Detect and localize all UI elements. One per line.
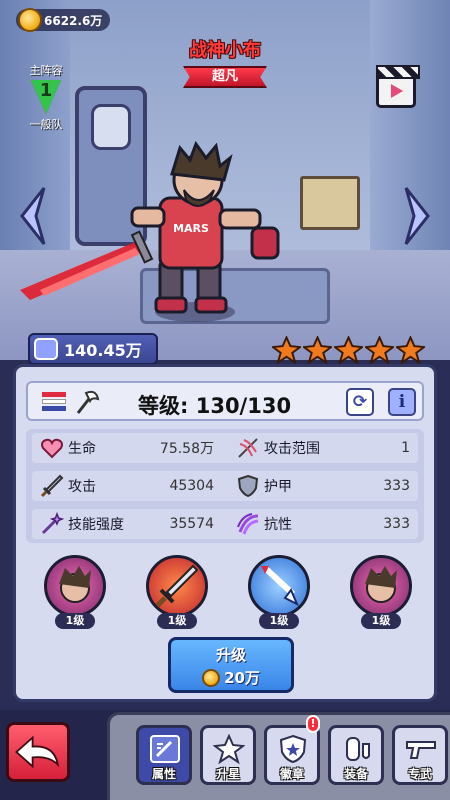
hero-figure: MARS [20, 140, 280, 322]
medal-icon [279, 734, 307, 764]
stat-label: 生命 [68, 441, 96, 457]
stat-value: 45304 [169, 478, 214, 494]
stat-value: 333 [383, 478, 410, 494]
stats-grid: 生命 75.58万 攻击范围 1 攻击 45304 护甲 333 技能强度 35… [26, 429, 424, 543]
lineup-team: 一般队 [29, 118, 63, 131]
play-icon [391, 84, 403, 98]
skill-slot-2[interactable] [146, 555, 208, 617]
faction-flag-icon [42, 392, 66, 412]
level-text: 等级: 130/130 [138, 390, 291, 420]
back-button[interactable] [6, 722, 70, 782]
skill-level-2: 1级 [157, 613, 197, 629]
lineup-indicator[interactable]: 主阵容 1 一般队 [24, 62, 68, 132]
upgrade-cost-value: 20万 [224, 669, 260, 687]
skill-slot-4[interactable] [350, 555, 412, 617]
currency-display: 6622.6万 [16, 8, 111, 32]
combat-power: 140.45万 [28, 333, 158, 365]
stat-range: 攻击范围 1 [228, 433, 418, 463]
tab-medal-label: 徽章 [279, 767, 304, 781]
magic-wand-icon [41, 512, 64, 535]
heart-icon [41, 438, 63, 459]
stat-label: 攻击范围 [264, 441, 320, 457]
stat-label: 攻击 [68, 479, 96, 495]
upgrade-button[interactable]: 升级 20万 [168, 637, 294, 693]
skill-slot-3[interactable] [248, 555, 310, 617]
attributes-icon [150, 735, 180, 763]
upgrade-label: 升级 [215, 646, 246, 664]
arrow-down-skill-icon [261, 565, 299, 607]
hero-info-panel: 等级: 130/130 ⟳ i 生命 75.58万 攻击范围 1 攻击 4530… [13, 364, 437, 702]
stat-row: 技能强度 35574 抗性 333 [32, 509, 418, 539]
tab-star-up-label: 升星 [215, 767, 240, 781]
stat-resist: 抗性 333 [228, 509, 418, 539]
equipment-icon [346, 737, 370, 761]
stat-value: 333 [383, 516, 410, 532]
resist-icon [237, 513, 259, 535]
combat-power-value: 140.45万 [64, 341, 142, 360]
stat-value: 75.58万 [159, 441, 214, 457]
skill-level-1: 1级 [55, 613, 95, 629]
hero-portrait-skill-icon [59, 566, 91, 603]
star-icon [303, 336, 332, 364]
gold-coin-icon [202, 668, 221, 687]
sword-icon [40, 474, 64, 498]
rarity-badge: 超凡 [183, 66, 267, 88]
star-icon [396, 336, 425, 364]
skill-level-4: 1级 [361, 613, 401, 629]
video-clapper-button[interactable] [376, 65, 420, 108]
level-value: 130/130 [195, 394, 292, 418]
hero-portrait-skill-icon [365, 566, 397, 603]
info-icon: i [398, 392, 406, 412]
level-label: 等级: [138, 394, 189, 418]
stat-label: 抗性 [264, 517, 292, 533]
exclusive-weapon-icon [406, 741, 436, 759]
star-icon [272, 336, 301, 364]
upgrade-cost: 20万 [171, 667, 291, 688]
sword-skill-icon [155, 564, 199, 608]
stat-label: 护甲 [264, 479, 292, 495]
currency-amount: 6622.6万 [44, 13, 103, 28]
star-up-icon [213, 734, 245, 764]
power-fist-icon [34, 338, 58, 360]
gold-coin-icon [18, 8, 42, 32]
hero-name: 战神小布 [189, 40, 261, 61]
refresh-button[interactable]: ⟳ [346, 388, 374, 416]
stat-value: 1 [401, 440, 410, 456]
star-icon [365, 336, 394, 364]
star-icon [334, 336, 363, 364]
range-icon [238, 438, 258, 458]
back-arrow-icon [15, 735, 60, 769]
stat-row: 攻击 45304 护甲 333 [32, 471, 418, 501]
notification-badge: ! [306, 715, 320, 733]
lineup-title: 主阵容 [29, 64, 63, 77]
skill-level-3: 1级 [259, 613, 299, 629]
level-header: 等级: 130/130 ⟳ i [26, 381, 424, 421]
next-hero-arrow[interactable] [404, 186, 430, 246]
tab-exclusive-weapon-label: 专武 [407, 767, 432, 781]
tab-attributes-label: 属性 [151, 767, 176, 781]
axe-class-icon [76, 390, 100, 414]
stat-attack: 攻击 45304 [32, 471, 222, 501]
stat-skill-power: 技能强度 35574 [32, 509, 222, 539]
tab-bar: 属性 升星 ! 徽章 装备 专武 [107, 712, 450, 800]
skill-slot-1[interactable] [44, 555, 106, 617]
stat-armor: 护甲 333 [228, 471, 418, 501]
svg-text:MARS: MARS [173, 222, 209, 235]
star-rating [272, 336, 428, 364]
info-button[interactable]: i [388, 388, 416, 416]
lineup-number: 1 [39, 80, 53, 101]
tab-equipment-label: 装备 [343, 767, 368, 781]
skills-row: 1级 1级 1级 1级 [44, 555, 414, 629]
stat-hp: 生命 75.58万 [32, 433, 222, 463]
stat-row: 生命 75.58万 攻击范围 1 [32, 433, 418, 463]
armor-icon [237, 474, 259, 498]
stat-value: 35574 [169, 516, 214, 532]
stat-label: 技能强度 [68, 517, 124, 533]
refresh-icon: ⟳ [352, 392, 368, 412]
